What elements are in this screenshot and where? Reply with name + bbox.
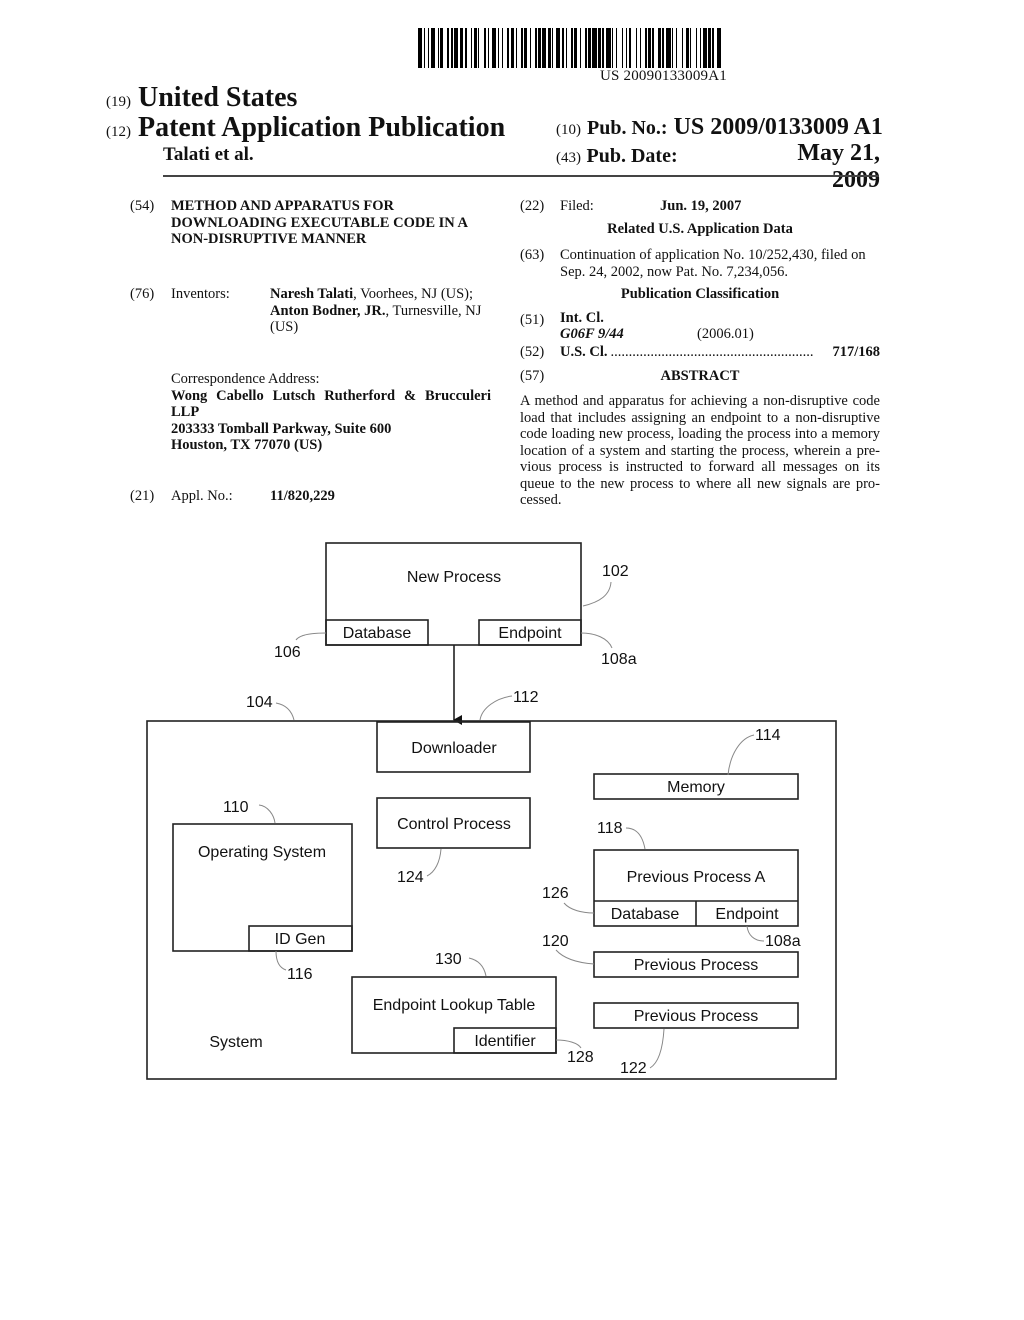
leader-114 — [727, 734, 755, 776]
ref-118: 118 — [597, 820, 623, 837]
ref-122: 122 — [620, 1060, 647, 1077]
lookup-table-label: Endpoint Lookup Table — [373, 997, 536, 1014]
ref-124: 124 — [397, 869, 424, 886]
ref-112: 112 — [513, 689, 539, 706]
ref-114: 114 — [755, 727, 781, 744]
control-process-label: Control Process — [397, 816, 511, 833]
leader-112 — [479, 695, 513, 721]
leader-102 — [582, 581, 612, 607]
operating-system-label: Operating System — [198, 844, 326, 861]
ref-108a-top: 108a — [601, 651, 637, 668]
ref-126: 126 — [542, 885, 569, 902]
id-gen-label: ID Gen — [275, 931, 326, 948]
leader-118 — [625, 827, 646, 850]
ref-116: 116 — [287, 966, 313, 983]
leader-108a-top — [580, 632, 613, 649]
previous-process-label-1: Previous Process — [634, 957, 759, 974]
new-process-label: New Process — [407, 569, 501, 586]
leader-130 — [468, 957, 487, 977]
ref-110: 110 — [223, 799, 249, 816]
ref-102: 102 — [602, 563, 629, 580]
ppa-database-label: Database — [611, 906, 680, 923]
ppa-endpoint-label: Endpoint — [715, 906, 779, 923]
leader-116 — [275, 950, 287, 971]
leader-122 — [649, 1028, 665, 1069]
ref-130: 130 — [435, 951, 462, 968]
np-database-label: Database — [343, 625, 412, 642]
system-label: System — [209, 1034, 262, 1051]
ref-128: 128 — [567, 1049, 594, 1066]
leader-120 — [555, 949, 595, 965]
leader-108a-mid — [746, 925, 765, 942]
ref-120: 120 — [542, 933, 569, 950]
leader-126 — [563, 902, 595, 914]
memory-label: Memory — [667, 779, 725, 796]
downloader-label: Downloader — [411, 740, 497, 757]
block-diagram: New Process Database Endpoint Downloader… — [146, 542, 837, 1080]
leader-124 — [426, 848, 442, 877]
previous-process-label-2: Previous Process — [634, 1008, 759, 1025]
leader-106 — [295, 632, 327, 641]
ref-108a-mid: 108a — [765, 933, 801, 950]
leader-110 — [258, 804, 276, 824]
previous-process-a-label: Previous Process A — [627, 869, 766, 886]
np-endpoint-label: Endpoint — [498, 625, 562, 642]
leader-104 — [275, 702, 295, 721]
leader-128 — [555, 1039, 582, 1049]
ref-106: 106 — [274, 644, 301, 661]
ref-104: 104 — [246, 694, 273, 711]
identifier-label: Identifier — [474, 1033, 536, 1050]
